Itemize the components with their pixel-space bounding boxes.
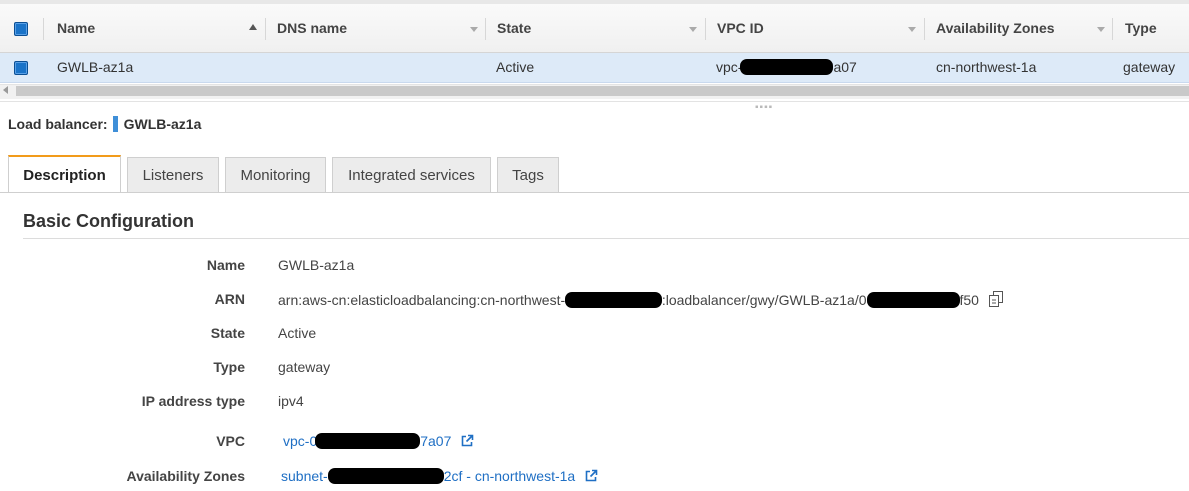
scrollbar-thumb[interactable] [16,86,1189,96]
field-label-availability-zones: Availability Zones [126,468,245,484]
field-value-availability-zones: subnet- 2cf - cn-northwest-1a [281,468,598,486]
field-value-vpc: vpc-0 7a07 [283,433,474,451]
field-value-name: GWLB-az1a [278,257,355,273]
field-label-ip-address-type: IP address type [141,393,245,409]
cell-vpc-suffix: a07 [833,59,857,75]
redaction-mark [327,468,444,484]
sort-desc-icon[interactable] [1097,27,1105,32]
column-header-availability-zones[interactable]: Availability Zones [936,20,1055,36]
cell-vpc-id: vpc-a07 [716,59,857,75]
sort-asc-icon[interactable] [249,24,257,30]
arn-suffix: f50 [959,292,979,308]
tab-description[interactable]: Description [8,155,121,193]
tab-tags[interactable]: Tags [497,157,559,192]
cell-vpc-prefix: vpc- [716,59,743,75]
column-separator[interactable] [265,18,266,40]
cell-type: gateway [1123,59,1176,75]
field-label-type: Type [213,359,245,375]
redaction-mark [315,433,421,449]
column-header-vpc-id[interactable]: VPC ID [717,20,764,36]
field-value-ip-address-type: ipv4 [278,393,304,409]
column-separator[interactable] [924,18,925,40]
external-link-icon[interactable] [460,434,474,451]
load-balancer-label: Load balancer: [8,116,108,132]
table-row[interactable]: GWLB-az1a Active vpc-a07 cn-northwest-1a… [0,53,1189,83]
column-separator[interactable] [705,18,706,40]
field-label-vpc: VPC [216,433,245,449]
cell-availability-zones: cn-northwest-1a [936,59,1037,75]
subnet-link-prefix: subnet- [281,468,328,484]
field-label-arn: ARN [214,291,245,307]
field-label-name: Name [206,257,245,273]
sort-desc-icon[interactable] [908,27,916,32]
redaction-mark [866,292,960,308]
panel-divider [0,101,1189,102]
column-header-state[interactable]: State [497,20,531,36]
tab-listeners[interactable]: Listeners [127,157,219,192]
tabs-underline [0,192,1189,193]
section-title: Basic Configuration [23,211,195,231]
vpc-link-suffix: 7a07 [420,433,452,449]
column-header-name[interactable]: Name [57,20,95,36]
column-separator[interactable] [43,18,44,40]
arn-middle: :loadbalancer/gwy/GWLB-az1a/0 [661,292,867,308]
tab-monitoring[interactable]: Monitoring [225,157,326,192]
load-balancer-grid: Name DNS name State VPC ID Availability … [0,0,1189,101]
sort-desc-icon[interactable] [689,27,697,32]
column-header-type[interactable]: Type [1125,20,1157,36]
vpc-link-prefix: vpc-0 [283,433,318,449]
subnet-link[interactable]: subnet- 2cf - cn-northwest-1a [281,468,575,484]
column-separator[interactable] [1112,18,1113,40]
field-value-state: Active [278,325,317,341]
vpc-link[interactable]: vpc-0 7a07 [283,433,451,449]
load-balancer-name: GWLB-az1a [123,116,202,132]
selection-color-bar [112,116,118,132]
resize-handle[interactable]: ▪▪▪▪ [755,103,773,113]
column-header-dns-name[interactable]: DNS name [277,20,347,36]
load-balancer-heading: Load balancer: GWLB-az1a [8,116,201,132]
sort-desc-icon[interactable] [470,27,478,32]
arn-prefix: arn:aws-cn:elasticloadbalancing:cn-north… [278,292,577,308]
cell-state: Active [496,59,535,75]
field-value-arn: arn:aws-cn:elasticloadbalancing:cn-north… [278,291,1004,310]
external-link-icon[interactable] [584,469,598,486]
redaction-mark [740,59,834,75]
column-separator[interactable] [485,18,486,40]
cell-name: GWLB-az1a [57,59,134,75]
select-all-checkbox-icon[interactable] [14,22,28,36]
subnet-link-suffix: 2cf - cn-northwest-1a [443,468,576,484]
tab-integrated-services[interactable]: Integrated services [332,157,491,192]
grid-header-row: Name DNS name State VPC ID Availability … [0,4,1189,53]
section-divider [23,238,1189,239]
field-value-type: gateway [278,359,331,375]
redaction-mark [564,292,662,308]
field-label-state: State [210,325,245,341]
copy-icon[interactable] [988,291,1004,310]
scroll-left-arrow-icon[interactable] [3,86,8,94]
row-checkbox-icon[interactable] [14,61,28,75]
